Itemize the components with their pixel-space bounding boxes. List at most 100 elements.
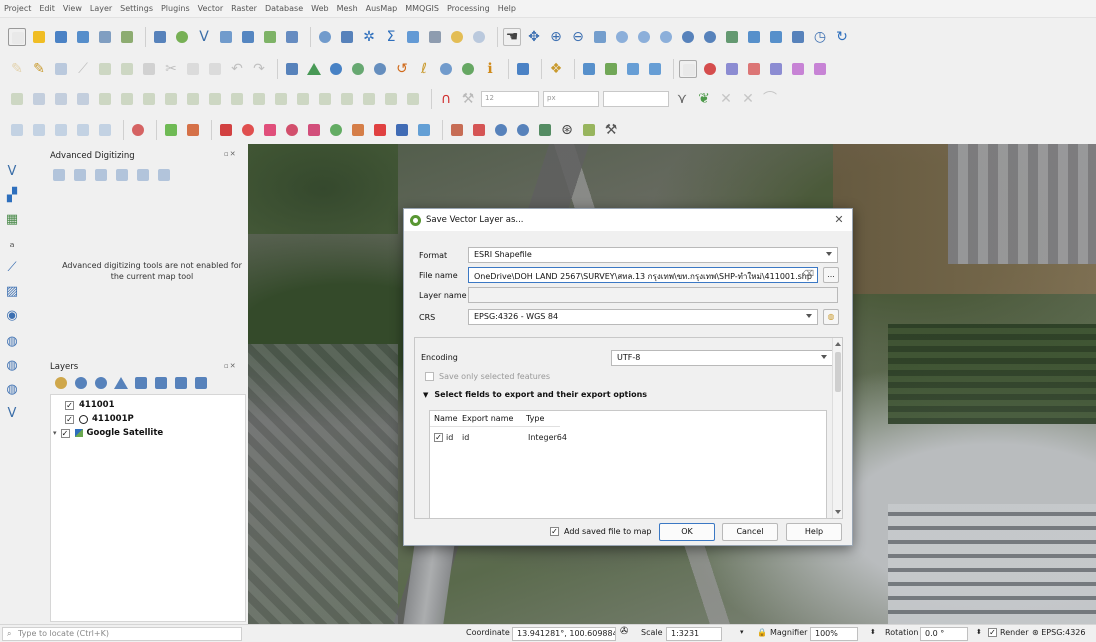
save-project-icon[interactable] (52, 28, 70, 46)
shape-rect-icon[interactable] (8, 90, 26, 108)
topological-icon[interactable]: ✕ (739, 90, 757, 108)
select-value-icon[interactable] (602, 60, 620, 78)
menu-settings[interactable]: Settings (120, 4, 153, 13)
delete-ring-icon[interactable] (206, 90, 224, 108)
snapping-tolerance-input[interactable]: 12 (481, 91, 539, 107)
adv-construction-icon[interactable] (71, 166, 86, 181)
layers-float-close-icon[interactable]: ▫✕ (224, 362, 237, 370)
toggle-editing-icon[interactable]: ✎ (30, 60, 48, 78)
label-pinned-icon[interactable] (767, 60, 785, 78)
avoid-overlap-icon[interactable]: ⌒ (761, 90, 779, 108)
plugin-search-icon[interactable] (492, 121, 510, 139)
manage-visibility-icon[interactable] (92, 374, 107, 389)
label-hide-icon[interactable] (789, 60, 807, 78)
collapse-all-icon[interactable] (172, 374, 187, 389)
column-header-name[interactable]: Name (434, 414, 458, 423)
statistics-sum-icon[interactable]: Σ (382, 28, 400, 46)
filter-expression-icon[interactable] (132, 374, 147, 389)
rule-icon[interactable] (459, 60, 477, 78)
help-button[interactable]: Help (786, 523, 842, 541)
menu-plugins[interactable]: Plugins (161, 4, 190, 13)
mesh-digitize-icon[interactable] (8, 121, 26, 139)
menu-layer[interactable]: Layer (90, 4, 112, 13)
add-ring-icon[interactable] (140, 90, 158, 108)
magnet-snapping-icon[interactable]: ∩ (437, 90, 455, 108)
new-project-icon[interactable] (8, 28, 26, 46)
filter-legend-icon[interactable] (112, 374, 128, 389)
add-part-icon[interactable] (162, 90, 180, 108)
fields-section-header[interactable]: ▼ Select fields to export and their expo… (423, 390, 647, 399)
lock-icon[interactable]: 🔒 (757, 628, 767, 637)
shape-regular-icon[interactable] (74, 90, 92, 108)
layer-styling-icon[interactable] (52, 374, 67, 389)
rotate-feature-icon[interactable] (96, 90, 114, 108)
add-vector-layer-icon[interactable]: V (3, 162, 21, 180)
plugin-pink-icon[interactable] (261, 121, 279, 139)
new-bookmark-icon[interactable] (723, 28, 741, 46)
save-as-icon[interactable] (74, 28, 92, 46)
menu-raster[interactable]: Raster (231, 4, 257, 13)
add-wcs-layer-icon[interactable]: ◍ (3, 380, 21, 398)
add-mesh-icon[interactable] (261, 28, 279, 46)
mesh-reindex-icon[interactable] (96, 121, 114, 139)
shape-circle-icon[interactable] (30, 90, 48, 108)
save-edits-icon[interactable] (52, 60, 70, 78)
scale-dropdown-icon[interactable]: ▾ (740, 628, 744, 636)
intersection-icon[interactable]: ✕ (717, 90, 735, 108)
plugin-photo-icon[interactable] (470, 121, 488, 139)
plugin-orange-icon[interactable] (349, 121, 367, 139)
zoom-layer-icon[interactable] (613, 28, 631, 46)
menu-processing[interactable]: Processing (447, 4, 490, 13)
ok-button[interactable]: OK (659, 523, 715, 541)
delete-part-icon[interactable] (228, 90, 246, 108)
add-delimited-text-icon[interactable]: ₐ (3, 234, 21, 252)
label-pin-icon[interactable] (327, 60, 345, 78)
add-wms-layer-icon[interactable]: ◍ (3, 332, 21, 350)
label-property-icon[interactable] (811, 60, 829, 78)
add-virtual-layer-icon[interactable]: V (3, 404, 21, 422)
zoom-selection-icon[interactable] (470, 28, 488, 46)
menu-view[interactable]: View (63, 4, 82, 13)
plugin-doc-icon[interactable] (448, 121, 466, 139)
menu-help[interactable]: Help (498, 4, 516, 13)
add-wfs-layer-icon[interactable]: ◍ (3, 356, 21, 374)
adv-parallel-icon[interactable] (92, 166, 107, 181)
expand-all-icon[interactable] (152, 374, 167, 389)
snapping-config-icon[interactable]: ⚒ (459, 90, 477, 108)
self-snapping-icon[interactable]: ❦ (695, 90, 713, 108)
delete-selected-icon[interactable] (140, 60, 158, 78)
column-header-type[interactable]: Type (526, 414, 544, 423)
layer-row-411001p[interactable]: ✓ 411001P (65, 413, 134, 425)
rotation-spin-icon[interactable]: ⬍ (976, 628, 982, 636)
add-postgis-icon[interactable]: ◉ (3, 306, 21, 324)
save-selected-checkbox[interactable] (425, 372, 434, 381)
label-tool-icon[interactable] (305, 60, 323, 78)
browse-button[interactable]: ... (823, 267, 839, 283)
rotation-input[interactable]: 0.0 ° (920, 627, 968, 641)
reshape-icon[interactable] (250, 90, 268, 108)
temporal-icon[interactable] (789, 28, 807, 46)
scroll-down-icon[interactable] (835, 510, 841, 514)
crs-selector-button[interactable]: ◍ (823, 309, 839, 325)
add-polygon-icon[interactable] (96, 60, 114, 78)
add-spatialite-icon[interactable]: ▨ (3, 282, 21, 300)
mesh-refine-icon[interactable] (74, 121, 92, 139)
pan-hand-icon[interactable]: ☚ (503, 28, 521, 46)
magnifier-spin-icon[interactable]: ⬍ (870, 628, 876, 636)
format-select[interactable]: ESRI Shapefile (468, 247, 838, 263)
open-project-icon[interactable] (30, 28, 48, 46)
collapse-triangle-icon[interactable]: ▼ (423, 391, 428, 399)
zoom-in-icon[interactable]: ⊕ (547, 28, 565, 46)
undo-icon[interactable]: ↶ (228, 60, 246, 78)
attribute-table-icon[interactable] (338, 28, 356, 46)
split-features-icon[interactable] (294, 90, 312, 108)
menu-mmqgis[interactable]: MMQGIS (405, 4, 439, 13)
shape-ellipse-icon[interactable] (52, 90, 70, 108)
merge-features-icon[interactable] (338, 90, 356, 108)
zoom-full-icon[interactable] (591, 28, 609, 46)
new-shapefile-icon[interactable]: ⟋ (3, 258, 21, 276)
options-scrollbar[interactable] (832, 338, 842, 518)
bookmark-icon[interactable] (701, 28, 719, 46)
scale-input[interactable]: 1:3231 (666, 627, 722, 641)
identify-icon[interactable] (316, 28, 334, 46)
